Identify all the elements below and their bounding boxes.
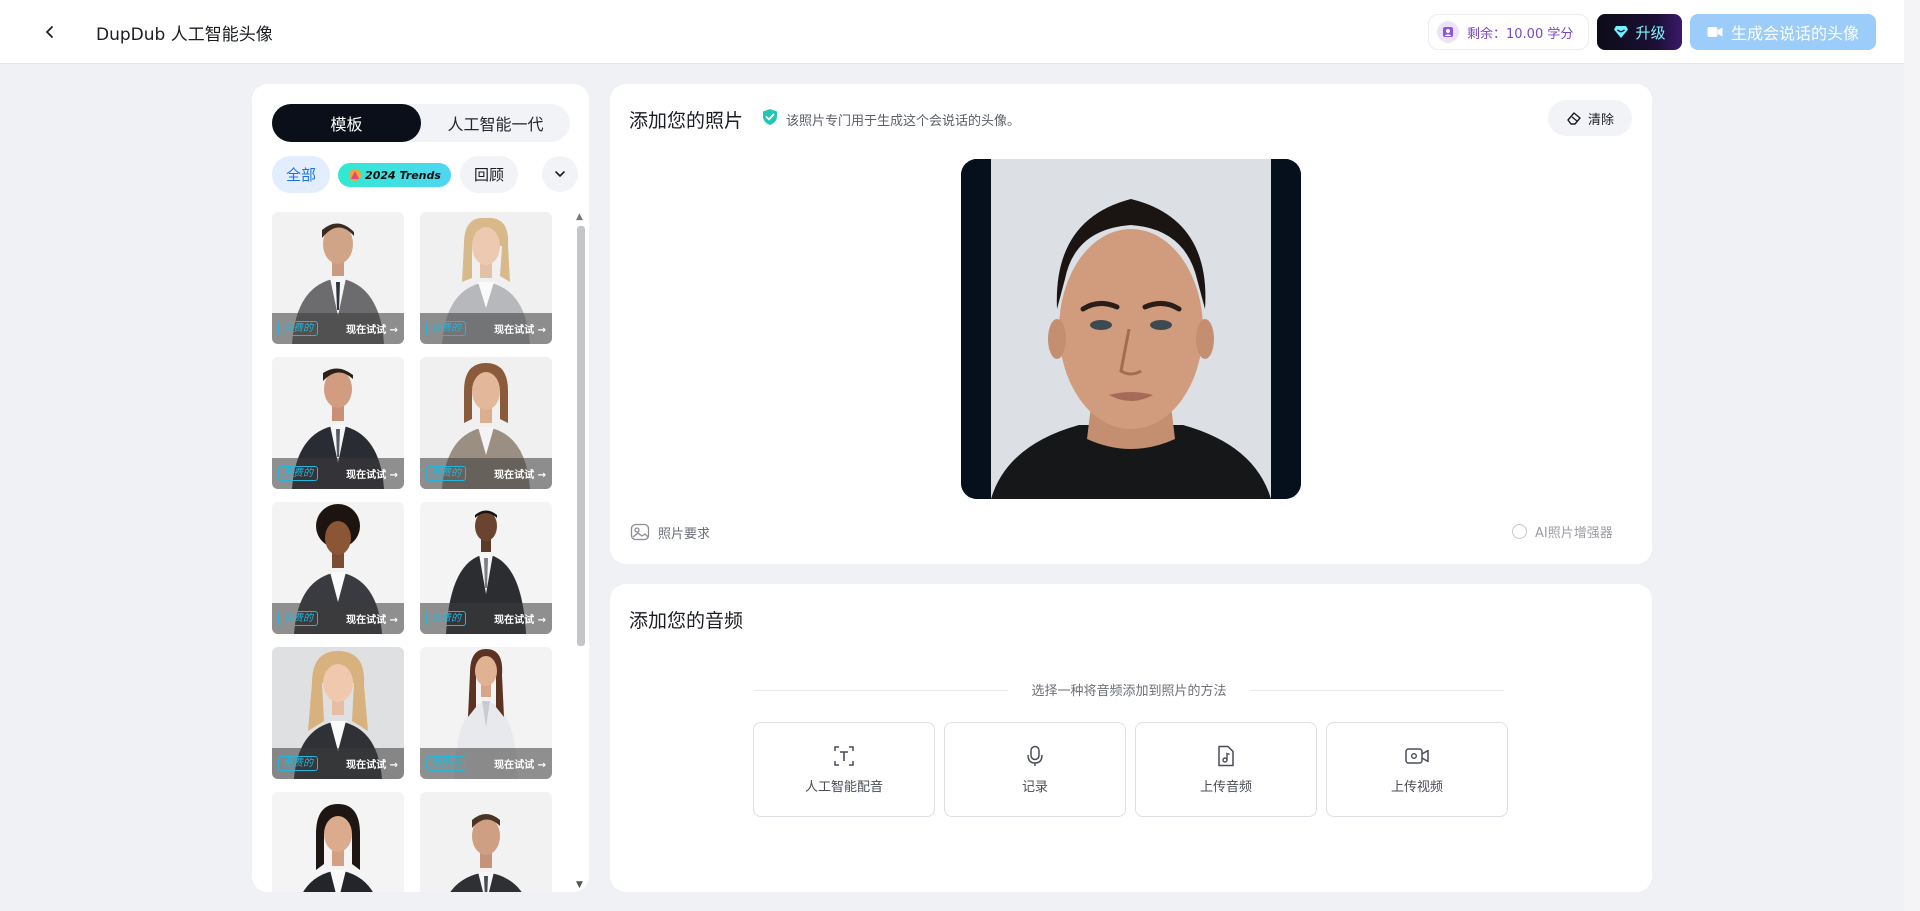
back-button[interactable] bbox=[36, 18, 64, 46]
try-now-link[interactable]: 现在试试 → bbox=[346, 756, 398, 771]
scroll-up-arrow-icon[interactable]: ▲ bbox=[576, 212, 583, 222]
expand-filters-button[interactable] bbox=[542, 156, 578, 192]
photo-panel-title: 添加您的照片 bbox=[629, 110, 744, 132]
credits-text: 剩余：10.00 学分 bbox=[1467, 26, 1574, 42]
audio-panel-title: 添加您的音频 bbox=[629, 610, 744, 632]
option-label: 人工智能配音 bbox=[804, 780, 883, 795]
try-now-link[interactable]: 现在试试 → bbox=[494, 756, 546, 771]
photo-usage-note: 该照片专门用于生成这个会说话的头像。 bbox=[786, 114, 1021, 129]
try-now-link[interactable]: 现在试试 → bbox=[346, 611, 398, 626]
card-overlay: 免费的 现在试试 → bbox=[420, 313, 552, 344]
card-overlay: 免费的 现在试试 → bbox=[420, 603, 552, 634]
card-overlay: 免费的 现在试试 → bbox=[272, 458, 404, 489]
audio-panel: 添加您的音频 选择一种将音频添加到照片的方法 人工智能配音 记录 上传音频 上传… bbox=[610, 584, 1652, 892]
photo-panel: 添加您的照片 该照片专门用于生成这个会说话的头像。 清除 照片要求 AI照片增强… bbox=[610, 84, 1652, 564]
free-tag: 免费的 bbox=[426, 466, 466, 481]
filter-all[interactable]: 全部 bbox=[272, 156, 330, 193]
photo-requirements-label: 照片要求 bbox=[658, 526, 711, 542]
app-title: DupDub 人工智能头像 bbox=[96, 25, 273, 45]
party-emoji-icon bbox=[349, 169, 362, 181]
try-now-link[interactable]: 现在试试 → bbox=[494, 466, 546, 481]
free-tag: 免费的 bbox=[278, 611, 318, 626]
male-headshot-image bbox=[961, 159, 1301, 499]
template-card[interactable] bbox=[420, 792, 552, 892]
tab-templates[interactable]: 模板 bbox=[272, 104, 421, 142]
card-overlay: 免费的 现在试试 → bbox=[272, 603, 404, 634]
template-card[interactable]: 免费的 现在试试 → bbox=[272, 502, 404, 634]
free-tag: 免费的 bbox=[426, 611, 466, 626]
filter-2024-trends[interactable]: 2024 Trends bbox=[338, 163, 451, 187]
free-tag: 免费的 bbox=[278, 321, 318, 336]
image-icon bbox=[630, 523, 650, 541]
card-overlay: 免费的 现在试试 → bbox=[272, 748, 404, 779]
eraser-icon bbox=[1567, 112, 1581, 125]
ai-dubbing-option[interactable]: 人工智能配音 bbox=[753, 722, 935, 817]
mode-switch: 模板 人工智能一代 bbox=[272, 104, 570, 142]
text-to-speech-icon bbox=[834, 746, 854, 766]
shield-check-icon bbox=[763, 109, 777, 125]
template-card[interactable]: 免费的 现在试试 → bbox=[420, 502, 552, 634]
upload-video-option[interactable]: 上传视频 bbox=[1326, 722, 1508, 817]
option-label: 上传音频 bbox=[1199, 780, 1252, 795]
template-card[interactable]: 免费的 现在试试 → bbox=[272, 357, 404, 489]
video-camera-icon bbox=[1405, 748, 1429, 764]
free-tag: 免费的 bbox=[278, 466, 318, 481]
enhancer-label: AI照片增强器 bbox=[1535, 526, 1613, 541]
card-overlay: 免费的 现在试试 → bbox=[420, 748, 552, 779]
try-now-link[interactable]: 现在试试 → bbox=[494, 321, 546, 336]
option-label: 上传视频 bbox=[1390, 780, 1443, 795]
video-icon bbox=[1707, 27, 1723, 37]
clear-label: 清除 bbox=[1587, 112, 1614, 128]
upgrade-label: 升级 bbox=[1635, 23, 1666, 42]
card-overlay: 免费的 现在试试 → bbox=[420, 458, 552, 489]
free-tag: 免费的 bbox=[278, 756, 318, 771]
try-now-link[interactable]: 现在试试 → bbox=[494, 611, 546, 626]
template-scrollbar[interactable]: ▲ ▼ bbox=[574, 212, 586, 890]
female-portrait-dark-hair-suit bbox=[272, 792, 404, 892]
audio-method-hint: 选择一种将音频添加到照片的方法 bbox=[754, 680, 1504, 700]
template-card[interactable]: 免费的 现在试试 → bbox=[420, 357, 552, 489]
photo-credit-icon bbox=[1437, 21, 1459, 43]
try-now-link[interactable]: 现在试试 → bbox=[346, 321, 398, 336]
tab-ai-generation[interactable]: 人工智能一代 bbox=[421, 104, 570, 142]
clear-button[interactable]: 清除 bbox=[1548, 100, 1632, 136]
template-grid: 免费的 现在试试 → 免费的 现在试试 → 免费的 现在试试 → 免费的 现在试试 → … bbox=[272, 212, 552, 892]
page-scrollbar[interactable] bbox=[1904, 0, 1920, 911]
chevron-left-icon bbox=[46, 26, 53, 38]
template-card[interactable]: 免费的 现在试试 → bbox=[420, 212, 552, 344]
try-now-link[interactable]: 现在试试 → bbox=[346, 466, 398, 481]
audio-method-text: 选择一种将音频添加到照片的方法 bbox=[1031, 684, 1227, 699]
chevron-down-icon bbox=[555, 171, 565, 177]
free-tag: 免费的 bbox=[426, 756, 466, 771]
record-option[interactable]: 记录 bbox=[944, 722, 1126, 817]
template-card[interactable] bbox=[272, 792, 404, 892]
credits-badge[interactable]: 剩余：10.00 学分 bbox=[1428, 14, 1589, 50]
enhancer-radio[interactable] bbox=[1512, 524, 1527, 539]
scroll-down-arrow-icon[interactable]: ▼ bbox=[576, 880, 583, 890]
male-portrait-bearded-suit bbox=[420, 792, 552, 892]
ai-photo-enhancer-toggle[interactable]: AI照片增强器 bbox=[1512, 522, 1613, 541]
uploaded-photo bbox=[961, 159, 1301, 499]
top-bar: DupDub 人工智能头像 剩余：10.00 学分 升级 生成会说话的头像 bbox=[0, 0, 1920, 64]
card-overlay: 免费的 现在试试 → bbox=[272, 313, 404, 344]
template-card[interactable]: 免费的 现在试试 → bbox=[272, 647, 404, 779]
music-file-icon bbox=[1218, 745, 1234, 767]
diamond-icon bbox=[1614, 26, 1629, 38]
filter-chips: 全部 2024 Trends 回顾 bbox=[272, 156, 578, 196]
generate-label: 生成会说话的头像 bbox=[1730, 24, 1859, 43]
generate-talking-avatar-button[interactable]: 生成会说话的头像 bbox=[1690, 14, 1876, 50]
template-card[interactable]: 免费的 现在试试 → bbox=[272, 212, 404, 344]
filter-retro[interactable]: 回顾 bbox=[460, 156, 518, 193]
scrollbar-thumb[interactable] bbox=[577, 226, 585, 646]
free-tag: 免费的 bbox=[426, 321, 466, 336]
template-card[interactable]: 免费的 现在试试 → bbox=[420, 647, 552, 779]
upload-audio-option[interactable]: 上传音频 bbox=[1135, 722, 1317, 817]
filter-trends-label: 2024 Trends bbox=[365, 168, 441, 182]
photo-requirements-link[interactable]: 照片要求 bbox=[630, 522, 710, 542]
microphone-icon bbox=[1027, 745, 1043, 766]
option-label: 记录 bbox=[1021, 780, 1048, 795]
template-panel: 模板 人工智能一代 全部 2024 Trends 回顾 免费的 现在试试 → 免费… bbox=[252, 84, 589, 892]
upgrade-button[interactable]: 升级 bbox=[1597, 14, 1682, 50]
